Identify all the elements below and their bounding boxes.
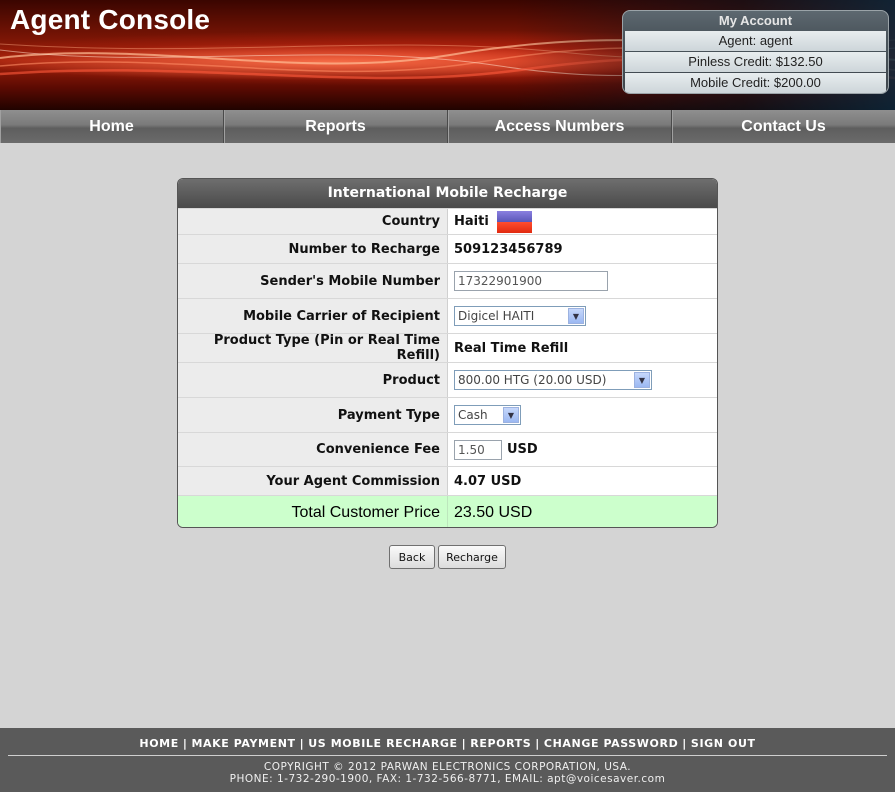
row-product: Product 800.00 HTG (20.00 USD) ▼ xyxy=(178,362,717,397)
footer-separator: | xyxy=(299,737,305,750)
country-label: Country xyxy=(178,209,448,234)
row-commission: Your Agent Commission 4.07 USD xyxy=(178,466,717,495)
footer-link-change-password[interactable]: CHANGE PASSWORD xyxy=(544,737,678,750)
fee-label: Convenience Fee xyxy=(178,433,448,466)
footer-link-reports[interactable]: REPORTS xyxy=(470,737,531,750)
row-country: Country Haiti xyxy=(178,208,717,234)
row-payment: Payment Type Cash ▼ xyxy=(178,397,717,432)
chevron-down-icon: ▼ xyxy=(503,407,519,423)
back-button[interactable]: Back xyxy=(389,545,435,569)
row-total: Total Customer Price 23.50 USD xyxy=(178,495,717,527)
row-carrier: Mobile Carrier of Recipient Digicel HAIT… xyxy=(178,298,717,333)
account-mobile-credit: Mobile Credit: $200.00 xyxy=(625,73,886,93)
payment-select-value: Cash xyxy=(458,408,488,422)
chevron-down-icon: ▼ xyxy=(568,308,584,324)
recharge-panel: International Mobile Recharge Country Ha… xyxy=(177,178,718,528)
payment-label: Payment Type xyxy=(178,398,448,432)
number-label: Number to Recharge xyxy=(178,235,448,263)
row-number: Number to Recharge 509123456789 xyxy=(178,234,717,263)
payment-type-select[interactable]: Cash ▼ xyxy=(454,405,521,425)
footer: HOME | MAKE PAYMENT | US MOBILE RECHARGE | REP… xyxy=(0,728,895,792)
row-sender: Sender's Mobile Number xyxy=(178,263,717,298)
nav-home[interactable]: Home xyxy=(0,110,224,143)
my-account-box: My Account Agent: agent Pinless Credit: … xyxy=(622,10,889,94)
footer-separator: | xyxy=(182,737,188,750)
footer-link-sign-out[interactable]: SIGN OUT xyxy=(691,737,756,750)
account-title: My Account xyxy=(718,13,793,28)
country-value: Haiti xyxy=(454,214,489,229)
row-product-type: Product Type (Pin or Real Time Refill) R… xyxy=(178,333,717,363)
footer-link-us-mobile-recharge[interactable]: US MOBILE RECHARGE xyxy=(308,737,457,750)
chevron-down-icon: ▼ xyxy=(634,372,650,388)
panel-title: International Mobile Recharge xyxy=(178,179,717,208)
product-select-value: 800.00 HTG (20.00 USD) xyxy=(458,373,607,387)
account-agent: Agent: agent xyxy=(625,31,886,51)
commission-value: 4.07 USD xyxy=(454,473,522,489)
footer-separator: | xyxy=(535,737,540,750)
recharge-button[interactable]: Recharge xyxy=(438,545,506,569)
haiti-flag-icon xyxy=(496,210,532,233)
footer-separator: | xyxy=(461,737,467,750)
footer-links: HOME | MAKE PAYMENT | US MOBILE RECHARGE | REP… xyxy=(0,737,895,750)
footer-link-make-payment[interactable]: MAKE PAYMENT xyxy=(191,737,295,750)
app-title: Agent Console xyxy=(10,4,211,35)
footer-contact: PHONE: 1-732-290-1900, FAX: 1-732-566-87… xyxy=(229,773,666,785)
footer-separator: | xyxy=(682,737,687,750)
footer-divider xyxy=(8,755,887,756)
number-value: 509123456789 xyxy=(454,241,563,257)
footer-link-home[interactable]: HOME xyxy=(139,737,178,750)
nav-reports[interactable]: Reports xyxy=(224,110,448,143)
nav-access-numbers[interactable]: Access Numbers xyxy=(448,110,672,143)
carrier-label: Mobile Carrier of Recipient xyxy=(178,299,448,333)
product-type-label: Product Type (Pin or Real Time Refill) xyxy=(178,333,448,363)
product-type-value: Real Time Refill xyxy=(454,340,569,356)
convenience-fee-input[interactable] xyxy=(454,439,502,460)
product-label: Product xyxy=(178,363,448,397)
carrier-select[interactable]: Digicel HAITI ▼ xyxy=(454,306,586,326)
header-banner: Agent Console My Account Agent: agent Pi… xyxy=(0,0,895,110)
product-select[interactable]: 800.00 HTG (20.00 USD) ▼ xyxy=(454,370,652,390)
account-pinless-credit: Pinless Credit: $132.50 xyxy=(625,52,886,72)
total-label: Total Customer Price xyxy=(178,496,448,527)
fee-unit: USD xyxy=(507,442,538,457)
total-value: 23.50 USD xyxy=(448,496,717,527)
sender-number-input[interactable] xyxy=(454,271,608,291)
footer-copyright: COPYRIGHT © 2012 PARWAN ELECTRONICS CORP… xyxy=(263,761,632,773)
main-nav: Home Reports Access Numbers Contact Us xyxy=(0,110,895,143)
row-fee: Convenience Fee USD xyxy=(178,432,717,466)
carrier-select-value: Digicel HAITI xyxy=(458,309,535,323)
commission-label: Your Agent Commission xyxy=(178,467,448,495)
sender-label: Sender's Mobile Number xyxy=(178,264,448,298)
nav-contact-us[interactable]: Contact Us xyxy=(672,110,895,143)
